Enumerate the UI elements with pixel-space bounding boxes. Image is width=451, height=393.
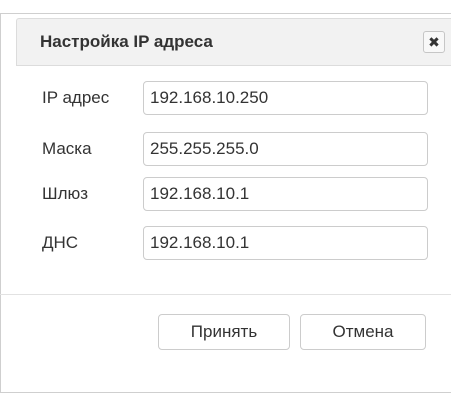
accept-button[interactable]: Принять (158, 314, 290, 350)
close-icon: ✖ (428, 34, 440, 50)
gateway-input[interactable] (143, 177, 428, 211)
cancel-button[interactable]: Отмена (300, 314, 426, 350)
form-row-ip: IP адрес (0, 81, 451, 115)
form-row-mask: Маска (0, 132, 451, 166)
footer-divider (0, 294, 451, 295)
dns-input[interactable] (143, 226, 428, 260)
ip-address-input[interactable] (143, 81, 428, 115)
dns-label: ДНС (42, 233, 79, 252)
close-button[interactable]: ✖ (423, 31, 445, 53)
dialog-title: Настройка IP адреса (40, 32, 213, 51)
dialog-header: Настройка IP адреса ✖ (16, 18, 451, 66)
mask-input[interactable] (143, 132, 428, 166)
ip-address-label: IP адрес (42, 88, 110, 107)
form-row-dns: ДНС (0, 226, 451, 260)
gateway-label: Шлюз (42, 184, 89, 203)
mask-label: Маска (42, 139, 92, 158)
form-row-gateway: Шлюз (0, 177, 451, 211)
